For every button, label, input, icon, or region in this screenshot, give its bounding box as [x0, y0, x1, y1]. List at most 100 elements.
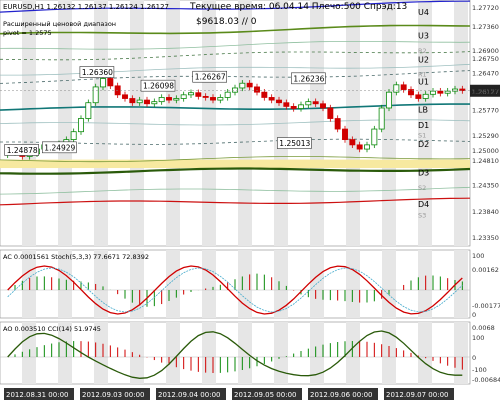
candle-body: [78, 118, 84, 133]
y-tick-label: 1.26470: [472, 70, 499, 78]
session-band: [202, 322, 216, 384]
candle-body: [114, 85, 121, 96]
level-label: U4: [418, 8, 429, 17]
candle-body: [85, 102, 92, 119]
y-tick-label: 1.24350: [472, 181, 499, 189]
candle-body: [305, 101, 312, 106]
session-band: [346, 250, 360, 318]
candle-body: [70, 131, 77, 140]
candle-body: [393, 84, 400, 93]
level-label: D4: [418, 200, 429, 209]
x-tick-label: 2012.09.04 00:00: [158, 391, 220, 399]
candle-body: [400, 84, 407, 90]
session-band: [238, 0, 252, 246]
session-band: [454, 0, 468, 246]
level-label: U2: [418, 56, 429, 65]
candle-body: [422, 93, 429, 99]
x-tick-label: 2012.09.06 00:00: [310, 391, 372, 399]
candle-body: [386, 91, 392, 109]
candle-body: [246, 82, 253, 88]
x-tick-label: 2012.08.31 00:00: [6, 391, 68, 399]
y-tick-label: 1.25770: [472, 107, 499, 115]
candle-body: [444, 90, 451, 94]
candle-body: [224, 91, 231, 98]
y-tick-label: 1.25290: [472, 132, 499, 140]
y-tick-label: 1.25000: [472, 147, 499, 155]
y-tick-label: 1.27360: [472, 23, 499, 31]
candle-body: [371, 128, 378, 146]
candle-body: [100, 78, 106, 88]
session-band: [274, 322, 288, 384]
candle-body: [334, 118, 341, 130]
ac-title: AC 0.0001561 Stoch(5,3,3) 77.6671 72.839…: [3, 253, 149, 261]
candle-body: [298, 104, 304, 109]
level-label: S3: [418, 211, 426, 219]
session-band: [346, 0, 360, 246]
session-band: [202, 0, 216, 246]
y-tick-label: 1.26750: [472, 55, 499, 63]
y-tick-label: 1.26127: [472, 88, 499, 96]
ac-tick: 0: [472, 311, 476, 319]
ao-tick: 0: [472, 354, 476, 362]
annotation-text: 1.24929: [44, 143, 75, 152]
pivot-zone: [0, 159, 470, 169]
level-label: D3: [418, 168, 429, 177]
chart-window: 1.26127 1.26360 1.26098 1.26267 1.26236 1.250…: [0, 0, 500, 408]
candle-body: [232, 87, 238, 93]
candle-body: [188, 92, 194, 96]
x-tick-label: 2012.09.05 00:00: [234, 391, 296, 399]
candle-body: [356, 144, 363, 150]
x-tick-label: 2012.09.07 00:00: [386, 391, 448, 399]
annotation-text: 1.26360: [82, 68, 113, 77]
candle-body: [283, 102, 290, 107]
ao-title: AO 0.003510 CCI(14) 51.9745: [3, 325, 101, 333]
ac-tick: -0.00177: [472, 302, 500, 310]
pivot-label: pivot = 1.2575: [3, 29, 52, 37]
ac-tick: 0.00162: [472, 266, 499, 274]
ac-tick: 100: [472, 252, 484, 260]
session-band: [166, 322, 180, 384]
ao-tick: -100: [472, 366, 487, 374]
candle-body: [268, 97, 275, 101]
candle-body: [290, 106, 297, 109]
annotation-text: 1.26267: [195, 73, 226, 82]
session-band: [202, 250, 216, 318]
y-tick-label: 1.26900: [472, 47, 499, 55]
candle-body: [202, 95, 209, 98]
candle-body: [166, 97, 172, 101]
ao-tick: -0.00684: [472, 376, 500, 384]
chart-canvas: 1.26127 1.26360 1.26098 1.26267 1.26236 1.250…: [0, 0, 500, 408]
candle-body: [254, 86, 260, 93]
candle-body: [415, 94, 422, 99]
candle-body: [136, 99, 143, 104]
candle-body: [342, 128, 348, 140]
candle-body: [408, 89, 414, 96]
session-band: [418, 322, 432, 384]
candle-body: [151, 101, 158, 105]
balance-line: $9618.03 // 0: [196, 17, 257, 27]
x-tick-label: 2012.09.03 00:00: [82, 391, 144, 399]
symbol-line: EURUSD,H1 1.26132 1.26137 1.26124 1.2612…: [3, 3, 169, 11]
annotation-text: 1.26098: [143, 82, 174, 91]
candle-body: [459, 88, 466, 92]
candle-body: [261, 91, 268, 98]
annotation-text: 1.24878: [7, 146, 38, 155]
candle-body: [437, 90, 444, 94]
candle-body: [92, 86, 99, 104]
level-label: U1: [418, 78, 429, 87]
candle-body: [276, 99, 282, 104]
info-line: Текущее время: 06.04.14 Плечо:500 Спрэд:…: [189, 2, 407, 12]
y-tick-label: 1.24810: [472, 157, 499, 165]
candle-body: [173, 98, 180, 101]
candle-body: [378, 107, 385, 130]
candle-body: [210, 97, 216, 101]
session-band: [382, 250, 396, 318]
y-tick-label: 1.23350: [472, 234, 499, 242]
session-band: [130, 0, 144, 246]
session-band: [238, 322, 252, 384]
y-tick-label: 1.27720: [472, 4, 499, 12]
candle-body: [195, 92, 202, 97]
candle-body: [364, 144, 370, 150]
candle-body: [327, 107, 334, 119]
candle-body: [144, 99, 150, 105]
